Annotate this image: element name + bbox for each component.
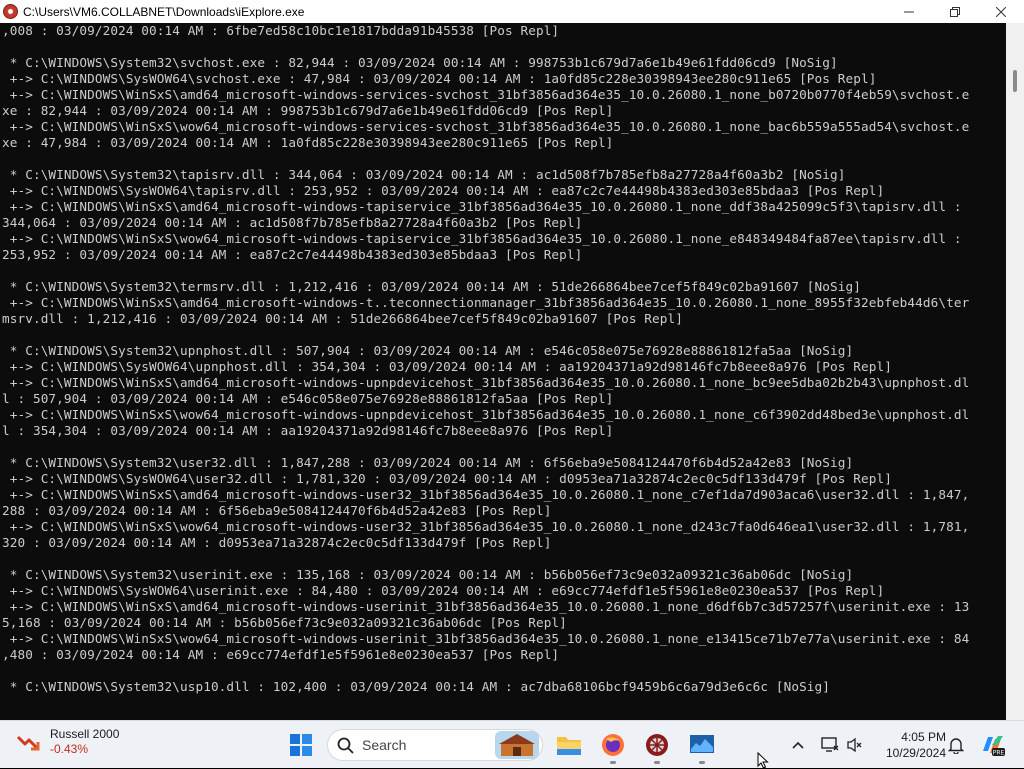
window-title: C:\Users\VM6.COLLABNET\Downloads\iExplor… bbox=[23, 4, 305, 19]
app-icon[interactable] bbox=[3, 4, 18, 19]
widget-name: Russell 2000 bbox=[50, 727, 120, 741]
console-line: * C:\WINDOWS\System32\tapisrv.dll : 344,… bbox=[2, 167, 846, 182]
console-line: +-> C:\WINDOWS\SysWOW64\user32.dll : 1,7… bbox=[2, 471, 892, 486]
network-button[interactable] bbox=[820, 735, 840, 755]
console-line: +-> C:\WINDOWS\WinSxS\amd64_microsoft-wi… bbox=[2, 487, 970, 502]
console-line: * C:\WINDOWS\System32\usp10.dll : 102,40… bbox=[2, 679, 831, 694]
console-line: 344,064 : 03/09/2024 00:14 AM : ac1d508f… bbox=[2, 215, 583, 230]
svg-text:PRE: PRE bbox=[993, 750, 1005, 757]
copilot-button[interactable]: PRE bbox=[980, 733, 1006, 757]
notifications-button[interactable] bbox=[946, 735, 966, 755]
clock-date: 10/29/2024 bbox=[885, 746, 946, 760]
firefox-button[interactable] bbox=[595, 727, 631, 764]
console-line: ,008 : 03/09/2024 00:14 AM : 6fbe7ed58c1… bbox=[2, 23, 560, 38]
stock-down-icon bbox=[16, 735, 40, 751]
console-line: 5,168 : 03/09/2024 00:14 AM : b56b056ef7… bbox=[2, 615, 567, 630]
console-line: 320 : 03/09/2024 00:14 AM : d0953ea71a32… bbox=[2, 535, 552, 550]
console-line: +-> C:\WINDOWS\WinSxS\amd64_microsoft-wi… bbox=[2, 87, 970, 102]
network-icon bbox=[821, 737, 839, 752]
stock-widget[interactable]: Russell 2000 -0.43% bbox=[16, 727, 119, 757]
minimize-icon bbox=[904, 11, 914, 12]
running-indicator bbox=[654, 761, 660, 764]
taskbar: Russell 2000 -0.43% Search 4:05 PM 10/29… bbox=[0, 720, 1024, 769]
console-line: * C:\WINDOWS\System32\userinit.exe : 135… bbox=[2, 567, 854, 582]
console-line: +-> C:\WINDOWS\SysWOW64\tapisrv.dll : 25… bbox=[2, 183, 885, 198]
console-line: * C:\WINDOWS\System32\upnphost.dll : 507… bbox=[2, 343, 854, 358]
minimize-button[interactable] bbox=[886, 0, 932, 23]
iexplore-icon bbox=[646, 734, 668, 756]
running-indicator bbox=[610, 761, 616, 764]
console-area[interactable]: ,008 : 03/09/2024 00:14 AM : 6fbe7ed58c1… bbox=[0, 23, 1006, 720]
mouse-cursor-icon bbox=[757, 752, 769, 769]
running-indicator bbox=[699, 761, 705, 764]
vertical-scrollbar[interactable] bbox=[1006, 23, 1024, 720]
file-explorer-icon bbox=[557, 737, 581, 755]
console-line: +-> C:\WINDOWS\SysWOW64\upnphost.dll : 3… bbox=[2, 359, 892, 374]
volume-icon bbox=[847, 737, 862, 753]
start-icon bbox=[290, 734, 312, 756]
console-line: +-> C:\WINDOWS\SysWOW64\svchost.exe : 47… bbox=[2, 71, 877, 86]
taskbar-search[interactable]: Search bbox=[327, 729, 543, 761]
maximize-button[interactable] bbox=[932, 0, 978, 23]
iexplore-button[interactable] bbox=[639, 727, 675, 764]
console-line: xe : 47,984 : 03/09/2024 00:14 AM : 1a0f… bbox=[2, 135, 614, 150]
console-line: +-> C:\WINDOWS\WinSxS\wow64_microsoft-wi… bbox=[2, 631, 970, 646]
monitor-app-icon bbox=[690, 735, 714, 753]
console-line: 253,952 : 03/09/2024 00:14 AM : ea87c2c7… bbox=[2, 247, 583, 262]
console-line: xe : 82,944 : 03/09/2024 00:14 AM : 9987… bbox=[2, 103, 614, 118]
title-bar: C:\Users\VM6.COLLABNET\Downloads\iExplor… bbox=[0, 0, 1024, 23]
scrollbar-thumb[interactable] bbox=[1013, 70, 1017, 92]
console-line: l : 354,304 : 03/09/2024 00:14 AM : aa19… bbox=[2, 423, 614, 438]
show-hidden-icons-button[interactable] bbox=[788, 735, 808, 755]
volume-button[interactable] bbox=[845, 735, 865, 755]
console-line: ,480 : 03/09/2024 00:14 AM : e69cc774efd… bbox=[2, 647, 560, 662]
search-placeholder: Search bbox=[362, 737, 407, 753]
start-button[interactable] bbox=[283, 727, 319, 763]
console-line: +-> C:\WINDOWS\WinSxS\wow64_microsoft-wi… bbox=[2, 231, 962, 246]
widget-change: -0.43% bbox=[50, 742, 89, 756]
console-line: msrv.dll : 1,212,416 : 03/09/2024 00:14 … bbox=[2, 311, 683, 326]
clock-time: 4:05 PM bbox=[901, 730, 946, 744]
chevron-up-icon bbox=[792, 741, 804, 749]
console-line: +-> C:\WINDOWS\WinSxS\amd64_microsoft-wi… bbox=[2, 295, 970, 310]
console-line: +-> C:\WINDOWS\SysWOW64\userinit.exe : 8… bbox=[2, 583, 885, 598]
console-line: +-> C:\WINDOWS\WinSxS\wow64_microsoft-wi… bbox=[2, 119, 970, 134]
console-line: l : 507,904 : 03/09/2024 00:14 AM : e546… bbox=[2, 391, 614, 406]
console-line: +-> C:\WINDOWS\WinSxS\wow64_microsoft-wi… bbox=[2, 407, 970, 422]
copilot-icon: PRE bbox=[983, 736, 1005, 757]
monitor-app-button[interactable] bbox=[684, 727, 720, 764]
console-line: +-> C:\WINDOWS\WinSxS\wow64_microsoft-wi… bbox=[2, 519, 970, 534]
console-line: * C:\WINDOWS\System32\svchost.exe : 82,9… bbox=[2, 55, 838, 70]
firefox-icon bbox=[602, 734, 624, 756]
console-line: * C:\WINDOWS\System32\user32.dll : 1,847… bbox=[2, 455, 854, 470]
close-icon bbox=[996, 6, 1006, 17]
console-line: +-> C:\WINDOWS\WinSxS\amd64_microsoft-wi… bbox=[2, 375, 970, 390]
maximize-icon bbox=[950, 6, 960, 17]
file-explorer-button[interactable] bbox=[551, 727, 587, 763]
close-button[interactable] bbox=[978, 0, 1024, 23]
clock[interactable]: 4:05 PM 10/29/2024 bbox=[876, 729, 946, 761]
console-line: +-> C:\WINDOWS\WinSxS\amd64_microsoft-wi… bbox=[2, 199, 962, 214]
console-output: ,008 : 03/09/2024 00:14 AM : 6fbe7ed58c1… bbox=[2, 23, 969, 695]
notification-bell-icon bbox=[948, 737, 964, 754]
search-highlight-icon bbox=[495, 731, 539, 759]
console-line: 288 : 03/09/2024 00:14 AM : 6f56eba9e508… bbox=[2, 503, 552, 518]
console-line: * C:\WINDOWS\System32\termsrv.dll : 1,21… bbox=[2, 279, 861, 294]
search-icon bbox=[337, 737, 354, 754]
console-line: +-> C:\WINDOWS\WinSxS\amd64_microsoft-wi… bbox=[2, 599, 970, 614]
